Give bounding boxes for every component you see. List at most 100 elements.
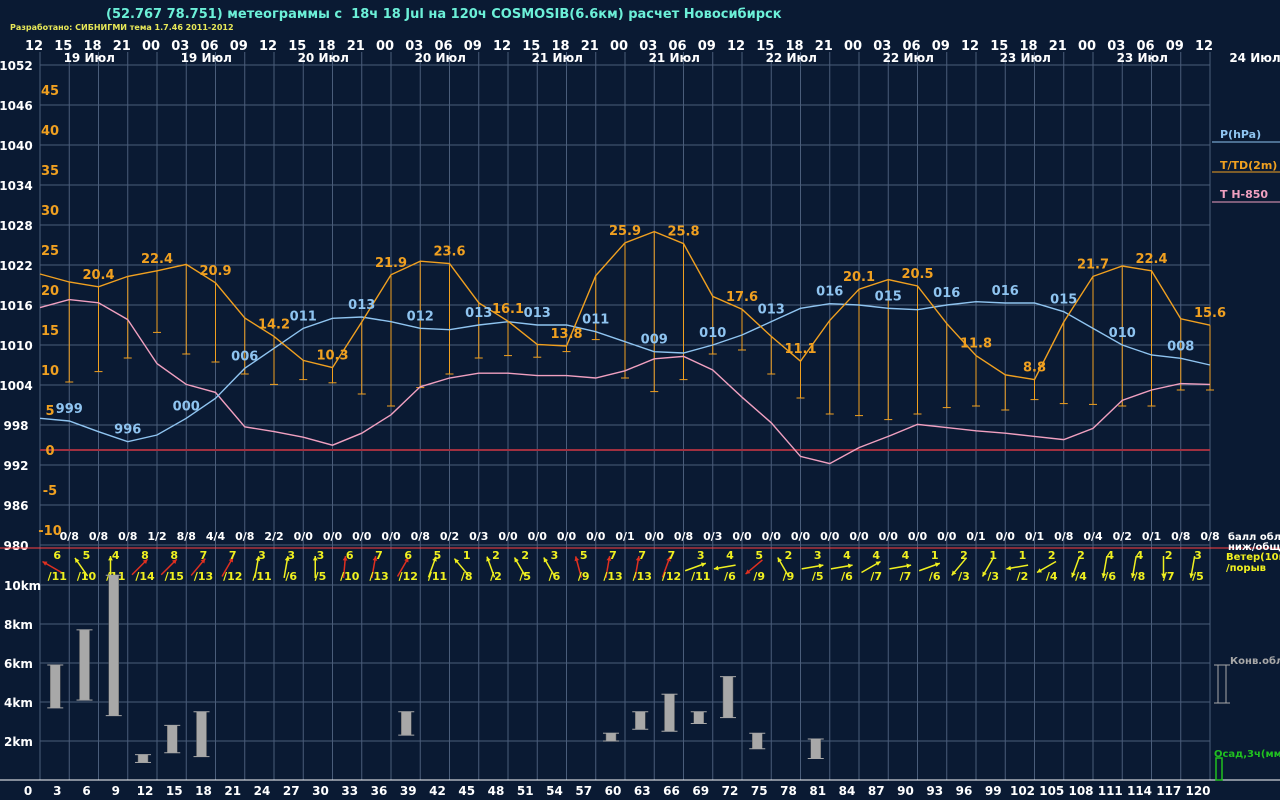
convective-cloud-bar (605, 732, 617, 742)
wind-gust-value: /10 (340, 570, 360, 583)
temperature-data-label: 11.1 (784, 342, 816, 357)
temperature-data-label: 23.6 (433, 245, 465, 260)
cloud-cover-value: 2/2 (264, 530, 283, 543)
lead-hour-label: 72 (722, 784, 739, 798)
lead-hour-label: 114 (1127, 784, 1152, 798)
temperature-data-label: 17.6 (726, 290, 758, 305)
wind-speed-value: 4 (1106, 549, 1114, 562)
lead-hour-label: 120 (1185, 784, 1210, 798)
wind-gust-value: /11 (252, 570, 271, 583)
cloud-cover-value: 0/0 (352, 530, 372, 543)
height-tick-label: 2km (4, 735, 33, 749)
wind-speed-value: 6 (53, 549, 61, 562)
temperature-data-label: 15.6 (1194, 306, 1226, 321)
pressure-data-label: 015 (875, 289, 902, 304)
pressure-data-label: 015 (1050, 293, 1077, 308)
temperature-tick-label: 30 (41, 204, 59, 219)
wind-gust-value: /6 (724, 570, 736, 583)
cloud-cover-value: 0/8 (89, 530, 108, 543)
temperature-tick-label: 35 (41, 164, 59, 179)
temperature-tick-label: 20 (41, 284, 59, 299)
convective-cloud-bar (137, 754, 149, 763)
convective-cloud-bar (664, 693, 675, 732)
wind-gust-value: /7 (870, 570, 882, 583)
time-hour-label: 12 (259, 39, 277, 54)
wind-gust-value: /6 (929, 570, 941, 583)
cloud-cover-value: 0/3 (703, 530, 722, 543)
convective-cloud-bar (79, 629, 90, 701)
convective-cloud-bar (635, 711, 646, 730)
wind-speed-value: 3 (317, 549, 325, 562)
pressure-data-label: 016 (992, 284, 1019, 299)
date-label: 20 Июл (298, 51, 349, 65)
date-label: 23 Июл (1000, 51, 1051, 65)
convective-legend: Конв.обл. (1230, 655, 1280, 667)
wind-gust-value: /5 (812, 570, 824, 583)
lead-hour-label: 66 (663, 784, 680, 798)
wind-speed-value: 4 (112, 549, 120, 562)
time-hour-label: 00 (844, 39, 862, 54)
temperature-data-label: 20.4 (82, 268, 114, 283)
convective-cloud-bar (693, 711, 704, 724)
cloud-cover-value: 0/8 (1171, 530, 1190, 543)
temperature-data-label: 20.1 (843, 270, 875, 285)
wind-speed-value: 4 (1136, 549, 1144, 562)
lead-hour-label: 54 (546, 784, 563, 798)
lead-hour-label: 108 (1068, 784, 1093, 798)
lead-hour-label: 69 (692, 784, 709, 798)
lead-hour-label: 117 (1156, 784, 1181, 798)
convective-cloud-bar (722, 676, 734, 718)
convective-cloud-bar (108, 575, 119, 716)
wind-speed-value: 6 (346, 549, 354, 562)
cloud-cover-value: 0/8 (235, 530, 254, 543)
lead-hour-label: 27 (283, 784, 300, 798)
lead-hour-label: 48 (488, 784, 505, 798)
wind-speed-value: 2 (521, 549, 529, 562)
temperature-data-label: 14.2 (258, 317, 290, 332)
lead-hour-label: 84 (839, 784, 856, 798)
wind-gust-value: /6 (1104, 570, 1116, 583)
temperature-data-label: 10.3 (316, 349, 348, 364)
time-hour-label: 21 (815, 39, 833, 54)
wind-speed-value: 1 (463, 549, 471, 562)
date-label: 22 Июл (766, 51, 817, 65)
cloud-cover-value: 0/8 (411, 530, 430, 543)
pressure-tick-label: 1028 (0, 219, 33, 233)
lead-hour-label: 12 (137, 784, 154, 798)
cloud-cover-value: 0/2 (440, 530, 459, 543)
date-label: 19 Июл (181, 51, 232, 65)
wind-gust-value: /2 (490, 570, 502, 583)
height-tick-label: 8km (4, 618, 33, 632)
cloud-cover-value: 0/0 (791, 530, 811, 543)
time-hour-label: 21 (347, 39, 365, 54)
time-hour-label: 09 (932, 39, 950, 54)
temperature-data-label: 20.9 (199, 264, 231, 279)
wind-speed-value: 7 (375, 549, 383, 562)
date-label-end: 24 Июл (1229, 51, 1280, 65)
convective-cloud-bar (810, 738, 821, 759)
wind-speed-value: 7 (609, 549, 617, 562)
wind-gust-value: /3 (958, 570, 970, 583)
pressure-data-label: 016 (933, 286, 960, 301)
pressure-data-label: 011 (290, 309, 317, 324)
wind-speed-value: 5 (434, 549, 442, 562)
wind-gust-value: /13 (603, 570, 622, 583)
pressure-data-label: 016 (816, 285, 843, 300)
time-hour-label: 12 (493, 39, 511, 54)
wind-speed-value: 3 (258, 549, 266, 562)
wind-speed-value: 2 (785, 549, 793, 562)
wind-gust-value: /7 (1163, 570, 1175, 583)
wind-gust-value: /8 (1134, 570, 1146, 583)
time-hour-label: 09 (230, 39, 248, 54)
wind-gust-value: /12 (399, 570, 418, 583)
wind-gust-value: /5 (519, 570, 531, 583)
lead-hour-label: 0 (24, 784, 32, 798)
cloud-cover-value: 0/0 (849, 530, 869, 543)
wind-speed-value: 3 (697, 549, 705, 562)
cloud-cover-value: 0/0 (586, 530, 606, 543)
convective-legend-swatch (1217, 664, 1227, 704)
wind-speed-value: 4 (843, 549, 851, 562)
lead-hour-label: 36 (371, 784, 388, 798)
wind-speed-value: 3 (287, 549, 295, 562)
time-hour-label: 09 (464, 39, 482, 54)
